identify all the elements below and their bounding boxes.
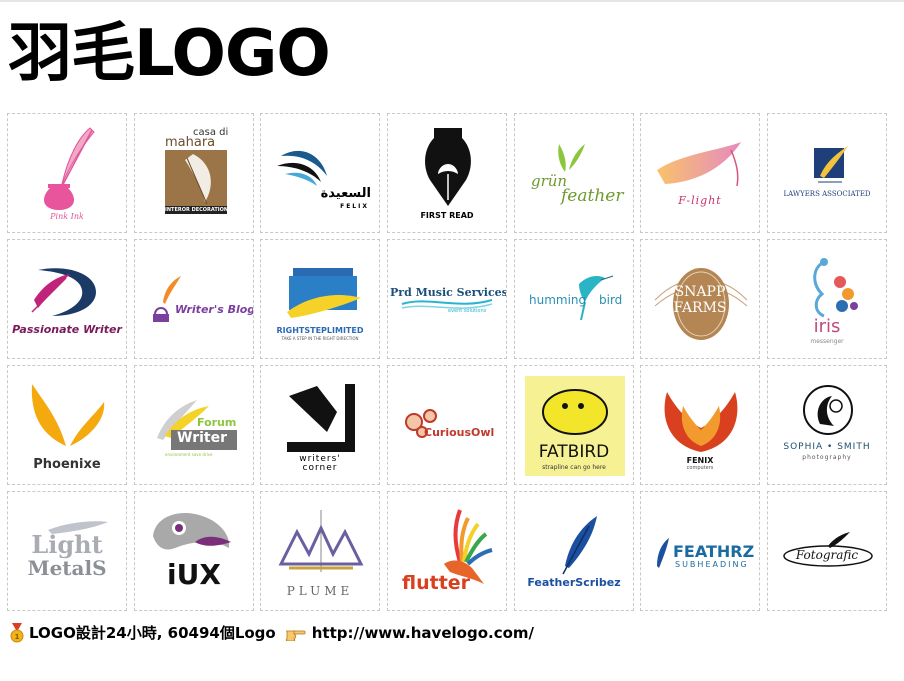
logo-subtitle: photography: [802, 454, 852, 461]
peacock-circle-icon: [803, 385, 853, 435]
logo-tile-flutter[interactable]: flutter: [387, 491, 507, 611]
logo-name: Writer's Blog: [175, 303, 254, 316]
logo-name: iris: [813, 316, 841, 337]
logo-name: Light: [31, 530, 103, 559]
orange-feather-icon: [657, 142, 741, 187]
pointing-hand-icon: [284, 625, 306, 641]
footer-link[interactable]: http://www.havelogo.com/: [312, 624, 534, 642]
logo-tile-light-metals[interactable]: Light MetalS: [7, 491, 127, 611]
logo-tile-fatbird[interactable]: FATBIRD strapline can go here: [514, 365, 634, 485]
wave-lines-icon: [401, 299, 493, 309]
feather-inkwell-icon: [153, 276, 181, 322]
logo-name-line2: MetalS: [27, 556, 107, 580]
logo-tile-f-light[interactable]: F-light: [640, 113, 760, 233]
logo-name: SNAPP: [674, 284, 726, 300]
blue-quill-icon: [562, 516, 597, 575]
logo-tile-feathrz[interactable]: FEATHRZ SUBHEADING: [640, 491, 760, 611]
logo-name: Passionate Writer: [12, 323, 122, 336]
logo-name: iUX: [167, 558, 221, 591]
logo-tile-felix[interactable]: السعيدة FELIX: [260, 113, 380, 233]
swirl-quill-icon: [31, 268, 96, 316]
logo-name: F-light: [678, 194, 722, 207]
logo-tile-iux[interactable]: iUX: [134, 491, 254, 611]
logo-name: السعيدة: [320, 186, 371, 201]
logo-tile-hummingbird[interactable]: humming bird: [514, 239, 634, 359]
logo-tile-fotografic[interactable]: Fotografic: [767, 491, 887, 611]
logo-name: flutter: [402, 572, 471, 594]
logo-name: SOPHIA • SMITH: [783, 442, 871, 452]
logo-tile-snapp-farms[interactable]: SNAPP FARMS: [640, 239, 760, 359]
logo-tile-phoenixe[interactable]: Phoenixe: [7, 365, 127, 485]
logo-tile-first-read[interactable]: FIRST READ: [387, 113, 507, 233]
logo-name-line2: feather: [561, 186, 624, 206]
logo-tile-plume[interactable]: PLUME: [260, 491, 380, 611]
building-feather-icon: [287, 268, 361, 318]
top-border: [0, 0, 904, 2]
logo-tile-sophia-smith[interactable]: SOPHIA • SMITH photography: [767, 365, 887, 485]
logo-subtitle: strapline can go here: [542, 464, 606, 471]
svg-text:1: 1: [15, 633, 20, 641]
logo-tile-pink-ink[interactable]: Pink Ink: [7, 113, 127, 233]
logo-subtitle: event solutions: [448, 308, 487, 314]
page-title: 羽毛LOGO: [8, 17, 331, 91]
logo-subtitle: environment save drive: [165, 452, 213, 457]
logo-subtitle: TAKE A STEP IN THE RIGHT DIRECTION: [281, 336, 359, 341]
logo-name: Phoenixe: [33, 457, 101, 472]
logo-tile-fenix[interactable]: FENIX computers: [640, 365, 760, 485]
logo-subtitle: FELIX: [340, 203, 369, 210]
footer: 1 LOGO設計24小時, 60494個Logo http://www.have…: [8, 622, 534, 643]
logo-name-line2: bird: [599, 293, 623, 307]
logo-subtitle: INTEROR DECORATION: [165, 207, 229, 213]
logo-name-line2: FARMS: [673, 300, 727, 316]
logo-tile-featherscribez[interactable]: FeatherScribez: [514, 491, 634, 611]
logo-subtitle: messenger: [810, 338, 844, 345]
medal-icon: 1: [8, 622, 26, 643]
logo-name-line2: mahara: [165, 135, 216, 150]
logo-tile-iris[interactable]: iris messenger: [767, 239, 887, 359]
logo-tile-rightstep[interactable]: RIGHTSTEPLIMITED TAKE A STEP IN THE RIGH…: [260, 239, 380, 359]
logo-name: PLUME: [286, 584, 354, 598]
logo-tile-grun-feather[interactable]: grün feather: [514, 113, 634, 233]
logo-name: Pink Ink: [50, 212, 84, 221]
logo-tile-casa-di-mahara[interactable]: casa di mahara INTEROR DECORATION: [134, 113, 254, 233]
logo-name: FEATHRZ: [673, 542, 755, 561]
logo-name: Fotografic: [795, 548, 859, 562]
logo-tile-prd-music[interactable]: Prd Music Services event solutions: [387, 239, 507, 359]
logo-name: LAWYERS ASSOCIATED: [783, 190, 871, 198]
logo-name: RIGHTSTEPLIMITED: [276, 326, 364, 335]
logo-subtitle: computers: [686, 465, 714, 471]
logo-tile-writers-blog[interactable]: Writer's Blog: [134, 239, 254, 359]
logo-name: FENIX: [686, 456, 714, 465]
footer-text: LOGO設計24小時, 60494個Logo: [29, 624, 276, 642]
logo-tile-passionate-writer[interactable]: Passionate Writer: [7, 239, 127, 359]
logo-name-line2: Writer: [177, 430, 227, 446]
logo-name: Forum: [197, 416, 237, 429]
logo-name: FeatherScribez: [527, 576, 621, 589]
logo-tile-writers-corner[interactable]: writers' corner: [260, 365, 380, 485]
quill-shield-icon: [814, 146, 848, 183]
logo-name: FATBIRD: [538, 442, 610, 462]
logo-subtitle: SUBHEADING: [675, 560, 749, 569]
swoosh-bird-icon: [277, 150, 327, 186]
parrot-head-icon: [153, 512, 231, 550]
logo-name: CuriousOwl: [424, 426, 495, 439]
logo-tile-curious-owl[interactable]: CuriousOwl: [387, 365, 507, 485]
logo-tile-forum-writer[interactable]: Forum Writer environment save drive: [134, 365, 254, 485]
logo-tile-lawyers-associated[interactable]: LAWYERS ASSOCIATED: [767, 113, 887, 233]
logo-name: FIRST READ: [420, 211, 474, 220]
logo-name-line2: corner: [302, 463, 338, 473]
